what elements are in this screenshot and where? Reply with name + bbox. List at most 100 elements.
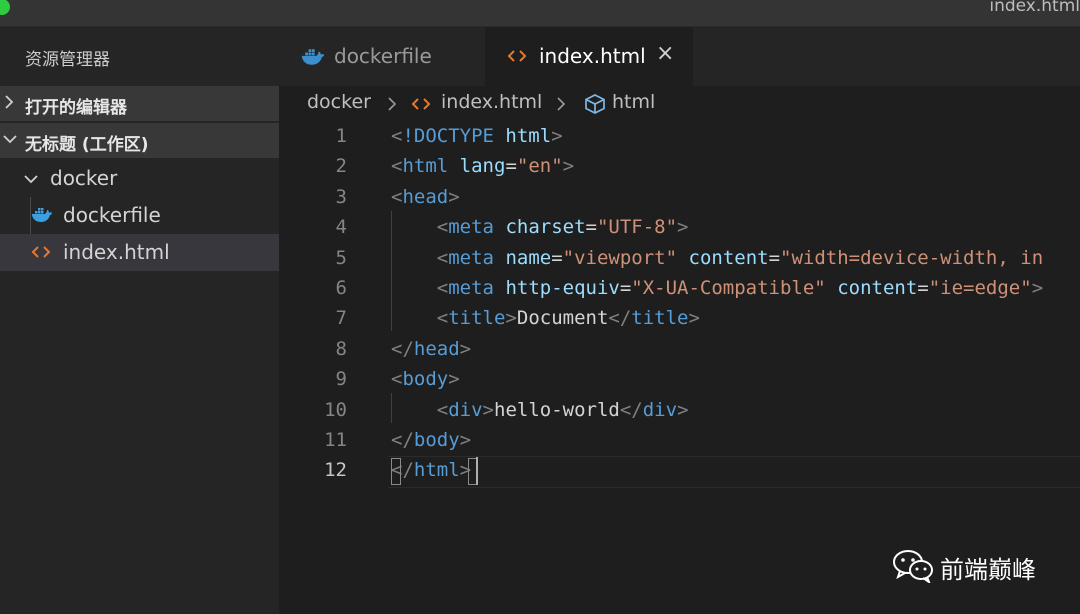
tab-dockerfile[interactable]: dockerfile (279, 27, 485, 86)
code-token: > (459, 337, 472, 360)
html-code-icon (411, 98, 431, 110)
chevron-right-icon (5, 95, 14, 109)
code-token: content (837, 277, 918, 299)
docker-icon (32, 208, 52, 222)
close-icon[interactable]: × (656, 41, 674, 66)
code-token: > (1031, 277, 1044, 299)
code-token: > (505, 307, 517, 330)
code-token: title (448, 307, 506, 330)
code-text: </head> (391, 338, 471, 360)
code-line[interactable]: 10 <div>hello-world</div> (279, 395, 1080, 425)
html-code-icon (507, 50, 527, 62)
code-token: meta (448, 277, 494, 299)
line-number: 12 (324, 459, 347, 482)
code-token: > (448, 368, 460, 391)
code-token: < (391, 155, 403, 178)
line-number: 3 (335, 185, 347, 208)
current-line-highlight (388, 456, 1080, 488)
breadcrumb-item-file[interactable]: index.html (441, 91, 542, 113)
tab-index-html[interactable]: index.html × (485, 27, 693, 86)
code-token: > (688, 307, 700, 330)
code-line[interactable]: 1 <!DOCTYPE html> (279, 121, 1080, 151)
explorer-sidebar: 资源管理器 打开的编辑器 无标题 (工作区) docker dockerfile… (0, 27, 279, 614)
code-line[interactable]: 5 <meta name="viewport" content="width=d… (279, 243, 1080, 273)
code-token: < (391, 185, 403, 208)
line-number: 2 (335, 155, 347, 178)
code-token: < (436, 246, 449, 269)
line-number: 8 (335, 337, 347, 360)
open-editors-section[interactable]: 打开的编辑器 (0, 86, 279, 121)
code-token: = (585, 216, 597, 239)
code-token: "ie=edge" (928, 277, 1032, 299)
code-token: head (402, 185, 449, 208)
chevron-right-icon (388, 97, 397, 111)
code-token: charset (505, 216, 586, 239)
code-token: "en" (516, 155, 563, 178)
editor-tab-bar: dockerfile index.html × (279, 27, 1080, 86)
code-line[interactable]: 8 </head> (279, 334, 1080, 364)
code-text: <body> (391, 368, 460, 390)
code-token: "UTF-8" (596, 216, 678, 239)
code-token: meta (448, 246, 494, 269)
code-token: > (482, 398, 494, 421)
tree-file-dockerfile[interactable]: dockerfile (0, 197, 279, 234)
workspace-section[interactable]: 无标题 (工作区) (0, 123, 279, 158)
window-title: index.html (989, 0, 1080, 16)
tree-folder-docker[interactable]: docker (0, 160, 279, 197)
line-number: 11 (324, 429, 347, 451)
code-line[interactable]: 6 <meta http-equiv="X-UA-Compatible" con… (279, 273, 1080, 303)
breadcrumb-item-symbol[interactable]: html (612, 91, 655, 113)
line-number: 6 (335, 277, 347, 299)
code-token: lang (459, 155, 506, 178)
code-line[interactable]: 3 <head> (279, 182, 1080, 212)
code-token: > (551, 125, 563, 147)
open-editors-label: 打开的编辑器 (25, 98, 127, 118)
code-token: > (459, 429, 472, 451)
tree-item-label: index.html (63, 240, 170, 264)
code-token: = (619, 277, 632, 299)
code-text: <head> (391, 186, 460, 208)
code-token: html (505, 125, 552, 147)
title-bar: index.html (0, 0, 1080, 27)
code-text: <meta charset="UTF-8"> (391, 216, 689, 238)
chevron-down-icon (3, 135, 17, 144)
code-line[interactable]: 7 <title>Document</title> (279, 303, 1080, 333)
tree-file-index-html[interactable]: index.html (0, 234, 279, 271)
code-token: "X-UA-Compatible" (631, 277, 826, 299)
explorer-title: 资源管理器 (25, 50, 110, 70)
code-text: <meta name="viewport" content="width=dev… (391, 247, 1043, 269)
code-token: </ (391, 337, 414, 360)
line-number: 7 (335, 307, 347, 330)
line-number: 4 (335, 216, 347, 239)
tree-item-label: dockerfile (63, 203, 161, 227)
code-line[interactable]: 9 <body> (279, 364, 1080, 394)
code-line[interactable]: 2 <html lang="en"> (279, 151, 1080, 181)
code-line[interactable]: 4 <meta charset="UTF-8"> (279, 212, 1080, 242)
code-token: </ (608, 307, 632, 330)
code-text: </body> (391, 429, 471, 451)
code-token: http-equiv (505, 277, 620, 299)
chevron-down-icon (24, 175, 38, 184)
text-cursor (476, 457, 478, 485)
code-token: html (402, 155, 449, 178)
window-zoom-button[interactable] (0, 0, 10, 15)
code-token: meta (448, 216, 494, 239)
code-token: > (677, 216, 689, 239)
code-token: < (436, 216, 449, 239)
chevron-right-icon (557, 97, 566, 111)
docker-icon (301, 49, 325, 65)
line-number: 10 (324, 398, 347, 421)
breadcrumb-item-docker[interactable]: docker (307, 91, 371, 113)
line-number: 5 (335, 246, 347, 269)
code-token: > (448, 185, 460, 208)
code-line[interactable]: 11 </body> (279, 425, 1080, 455)
